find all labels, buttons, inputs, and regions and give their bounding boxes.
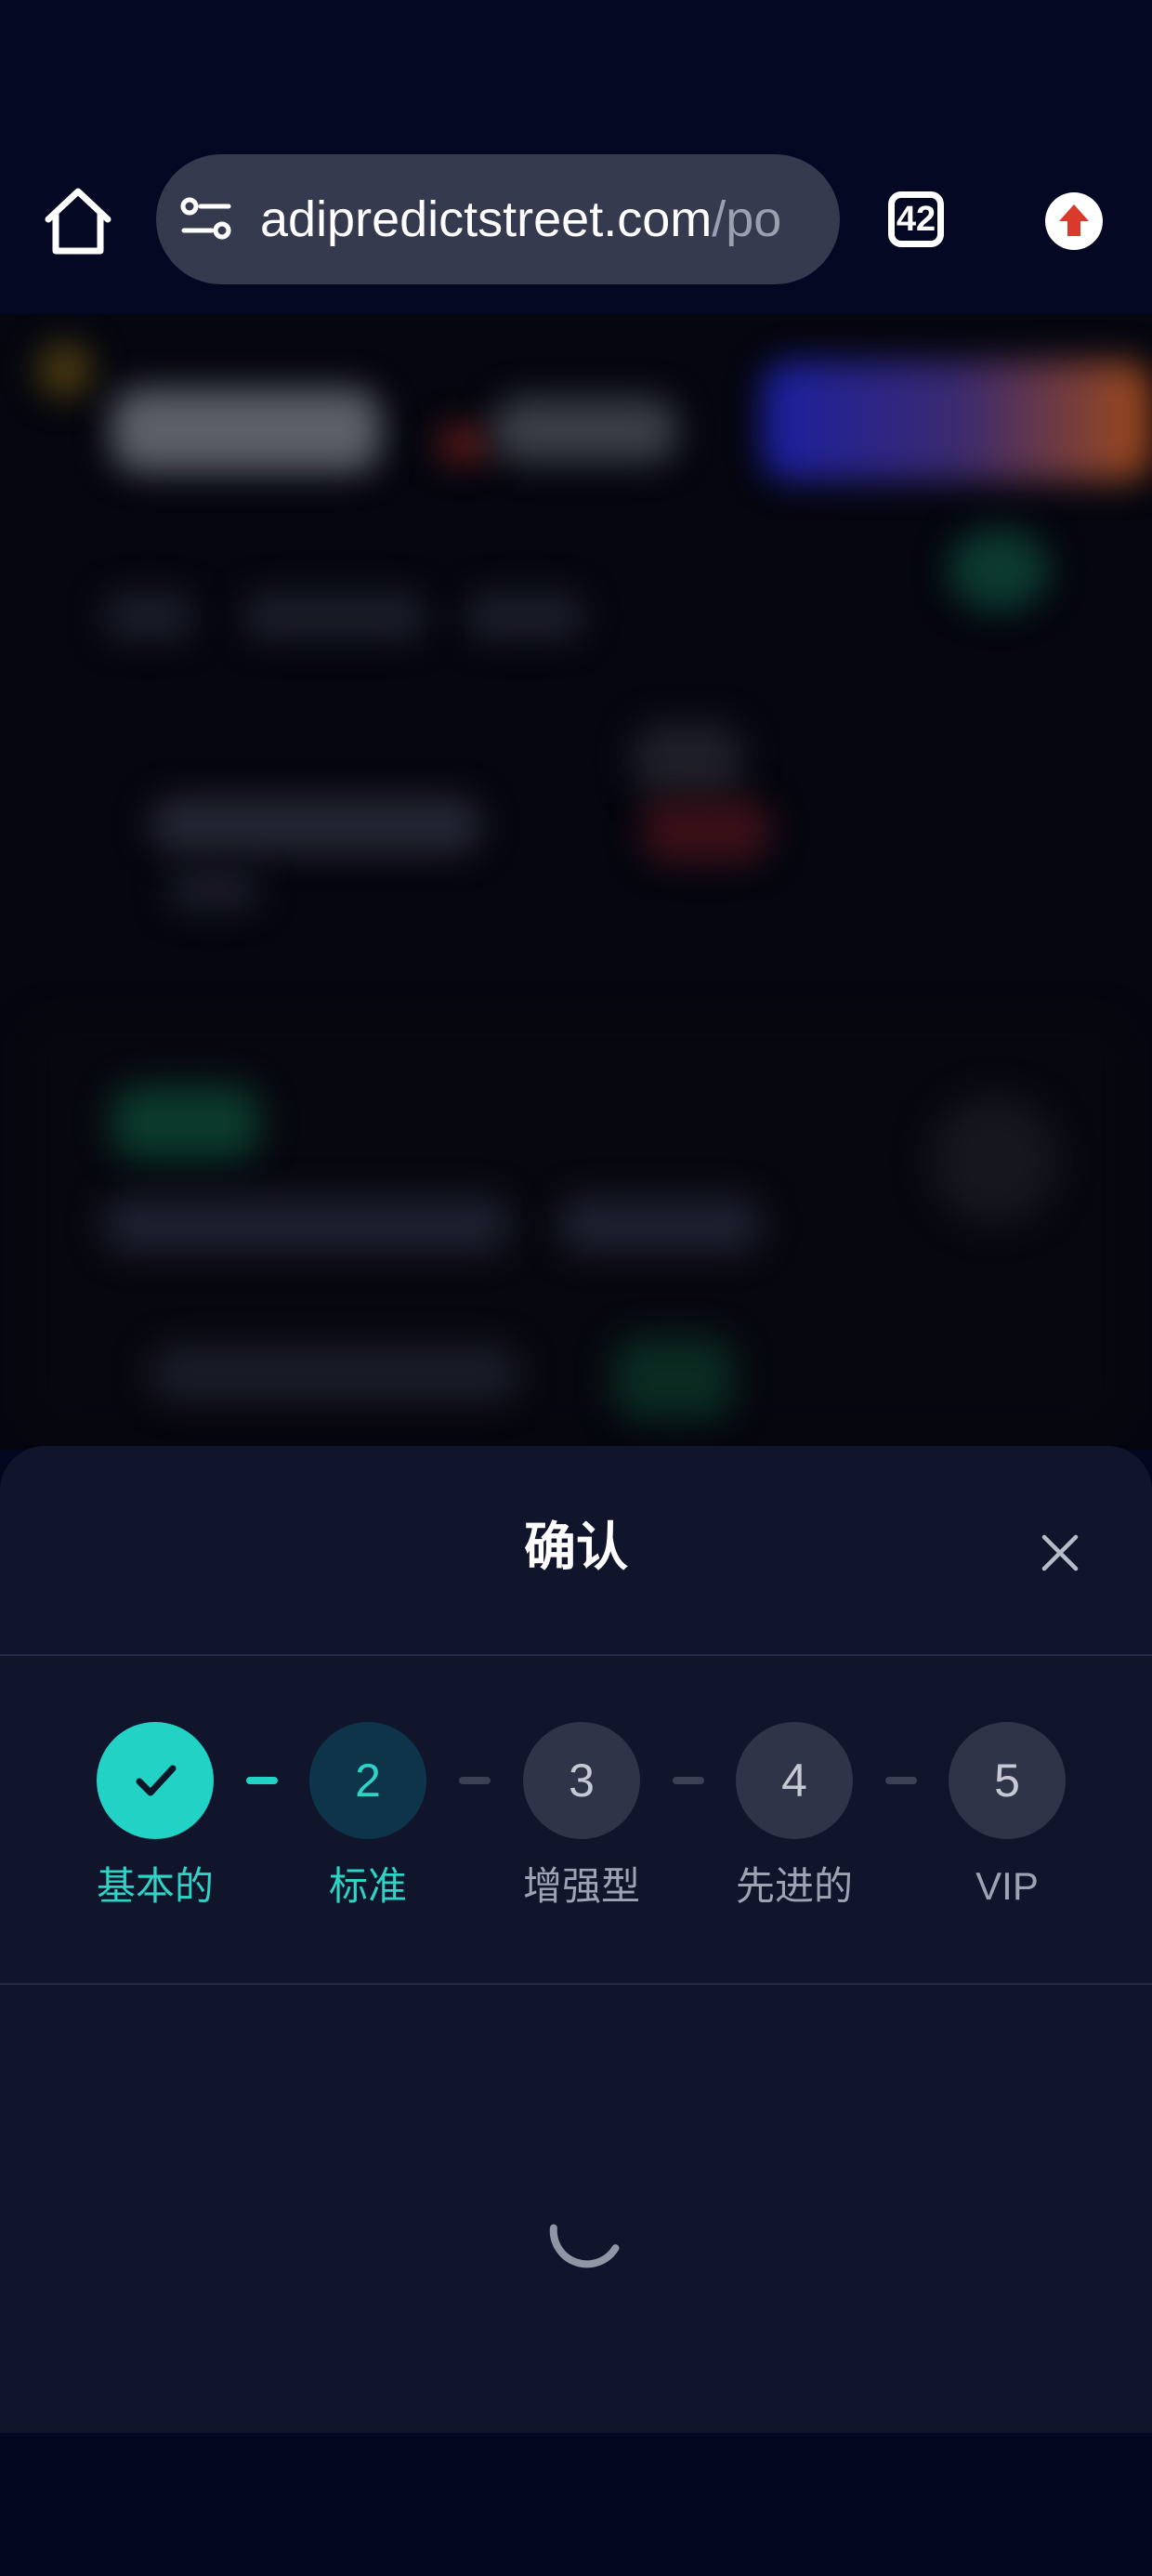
step-connector [246,1777,278,1784]
tab-switcher-icon[interactable]: 42 [888,191,944,247]
step-3-circle[interactable]: 3 [523,1722,640,1839]
step-2-circle[interactable]: 2 [309,1722,426,1839]
step-connector [459,1777,491,1784]
step-3-label: 增强型 [522,1864,640,1908]
url-path: /po [712,191,782,247]
site-settings-icon[interactable] [180,195,232,243]
blurred-page-background [0,314,1152,1450]
bottom-area [0,2433,1152,2576]
step-connector [673,1777,704,1784]
loading-spinner [549,2224,620,2268]
step-4-label: 先进的 [735,1864,853,1908]
stepper-divider [0,1983,1152,1985]
update-icon[interactable] [1044,191,1104,251]
step-5-circle[interactable]: 5 [949,1722,1066,1839]
close-icon[interactable] [1033,1526,1087,1580]
sheet-title: 确认 [524,1518,628,1576]
home-icon[interactable] [39,182,117,260]
step-connector [885,1777,917,1784]
url-text[interactable]: adipredictstreet.com/po [260,154,818,284]
confirm-bottom-sheet [0,1446,1152,2433]
check-icon [136,1765,177,1796]
header-divider [0,1654,1152,1656]
tab-count: 42 [896,200,936,239]
step-1-label: 基本的 [96,1864,214,1908]
step-2-label: 标准 [328,1864,407,1908]
step-1-circle[interactable] [97,1722,214,1839]
address-bar[interactable]: adipredictstreet.com/po [156,154,840,284]
step-5-label: VIP [975,1864,1039,1908]
step-4-circle[interactable]: 4 [736,1722,853,1839]
url-domain: adipredictstreet.com [260,191,713,247]
status-bar [0,0,1152,149]
